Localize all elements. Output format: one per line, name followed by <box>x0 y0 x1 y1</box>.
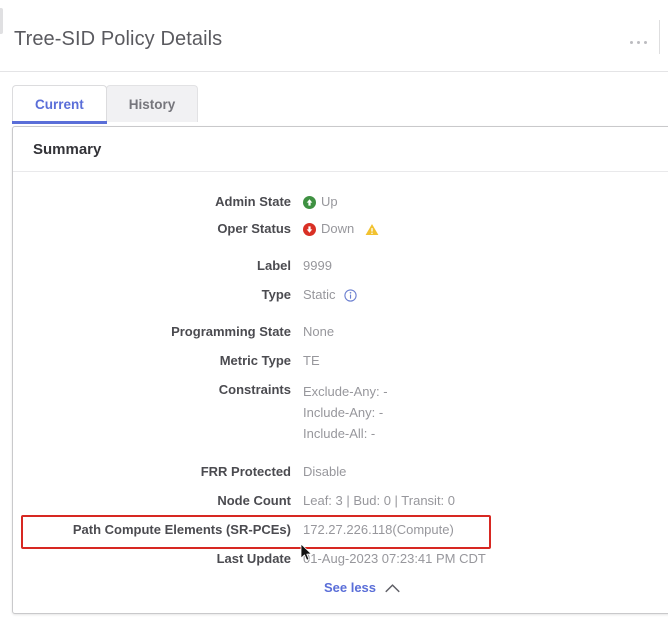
detail-value: Static <box>303 286 357 304</box>
detail-row-frr-protected: FRR Protected Disable <box>13 463 668 481</box>
detail-label: FRR Protected <box>200 464 291 479</box>
detail-label: Oper Status <box>217 221 291 236</box>
detail-label: Metric Type <box>219 353 291 368</box>
header-divider <box>659 20 660 54</box>
detail-label: Admin State <box>215 194 291 209</box>
constraint-include-all: Include-All: - <box>303 426 376 441</box>
detail-value: Exclude-Any: - Include-Any: - Include-Al… <box>303 381 388 444</box>
detail-value: 172.27.226.118(Compute) <box>303 522 454 537</box>
page-header: Tree-SID Policy Details <box>0 0 668 72</box>
header-left-accent <box>0 8 3 34</box>
detail-row-metric-type: Metric Type TE <box>13 352 668 370</box>
detail-row-admin-state: Admin State Up <box>13 193 668 211</box>
page-title: Tree-SID Policy Details <box>14 28 223 50</box>
summary-card-header[interactable]: Summary <box>13 127 668 172</box>
detail-row-node-count: Node Count Leaf: 3 | Bud: 0 | Transit: 0 <box>13 492 668 510</box>
detail-row-path-compute-elements: Path Compute Elements (SR-PCEs) 172.27.2… <box>13 515 668 549</box>
summary-detail-list: Admin State Up Oper Status Down Label 99… <box>13 172 668 595</box>
warning-triangle-icon <box>365 223 379 236</box>
kebab-menu-icon[interactable] <box>629 35 649 49</box>
detail-label: Type <box>261 287 291 302</box>
detail-value: Down <box>303 220 379 238</box>
summary-card: Summary Admin State Up Oper Status Down … <box>12 126 668 614</box>
detail-label: Label <box>257 258 291 273</box>
see-less-toggle[interactable]: See less <box>13 580 668 595</box>
detail-row-type: Type Static <box>13 286 668 304</box>
detail-label: Constraints <box>218 382 291 397</box>
detail-value-text: Down <box>321 221 355 236</box>
constraint-exclude-any: Exclude-Any: - <box>303 384 388 399</box>
summary-title: Summary <box>33 141 102 158</box>
constraint-include-any: Include-Any: - <box>303 405 384 420</box>
arrow-up-circle-green-icon <box>303 195 316 209</box>
header-actions <box>629 20 660 54</box>
info-circle-icon[interactable] <box>343 288 357 302</box>
detail-value: None <box>303 324 335 339</box>
detail-value: Leaf: 3 | Bud: 0 | Transit: 0 <box>303 493 456 508</box>
detail-value: Up <box>303 193 338 211</box>
detail-row-last-update: Last Update 01-Aug-2023 07:23:41 PM CDT <box>13 550 668 568</box>
detail-row-oper-status: Oper Status Down <box>13 220 668 238</box>
detail-value-text: Up <box>321 194 338 209</box>
tab-current[interactable]: Current <box>12 85 107 124</box>
detail-label: Last Update <box>216 551 291 566</box>
detail-value: Disable <box>303 464 347 479</box>
detail-label: Node Count <box>217 493 291 508</box>
detail-label: Path Compute Elements (SR-PCEs) <box>72 522 291 537</box>
detail-value: TE <box>303 353 320 368</box>
arrow-down-circle-red-icon <box>303 222 316 236</box>
see-less-label: See less <box>323 580 377 595</box>
detail-value: 9999 <box>303 258 332 273</box>
tab-bar: Current History <box>12 85 199 124</box>
detail-value-text: Static <box>303 287 336 302</box>
detail-label: Programming State <box>171 324 291 339</box>
detail-value: 01-Aug-2023 07:23:41 PM CDT <box>303 551 486 566</box>
detail-row-label: Label 9999 <box>13 257 668 275</box>
tab-history[interactable]: History <box>105 85 199 122</box>
detail-row-programming-state: Programming State None <box>13 323 668 341</box>
detail-row-constraints: Constraints Exclude-Any: - Include-Any: … <box>13 381 668 444</box>
chevron-up-icon <box>385 583 400 593</box>
